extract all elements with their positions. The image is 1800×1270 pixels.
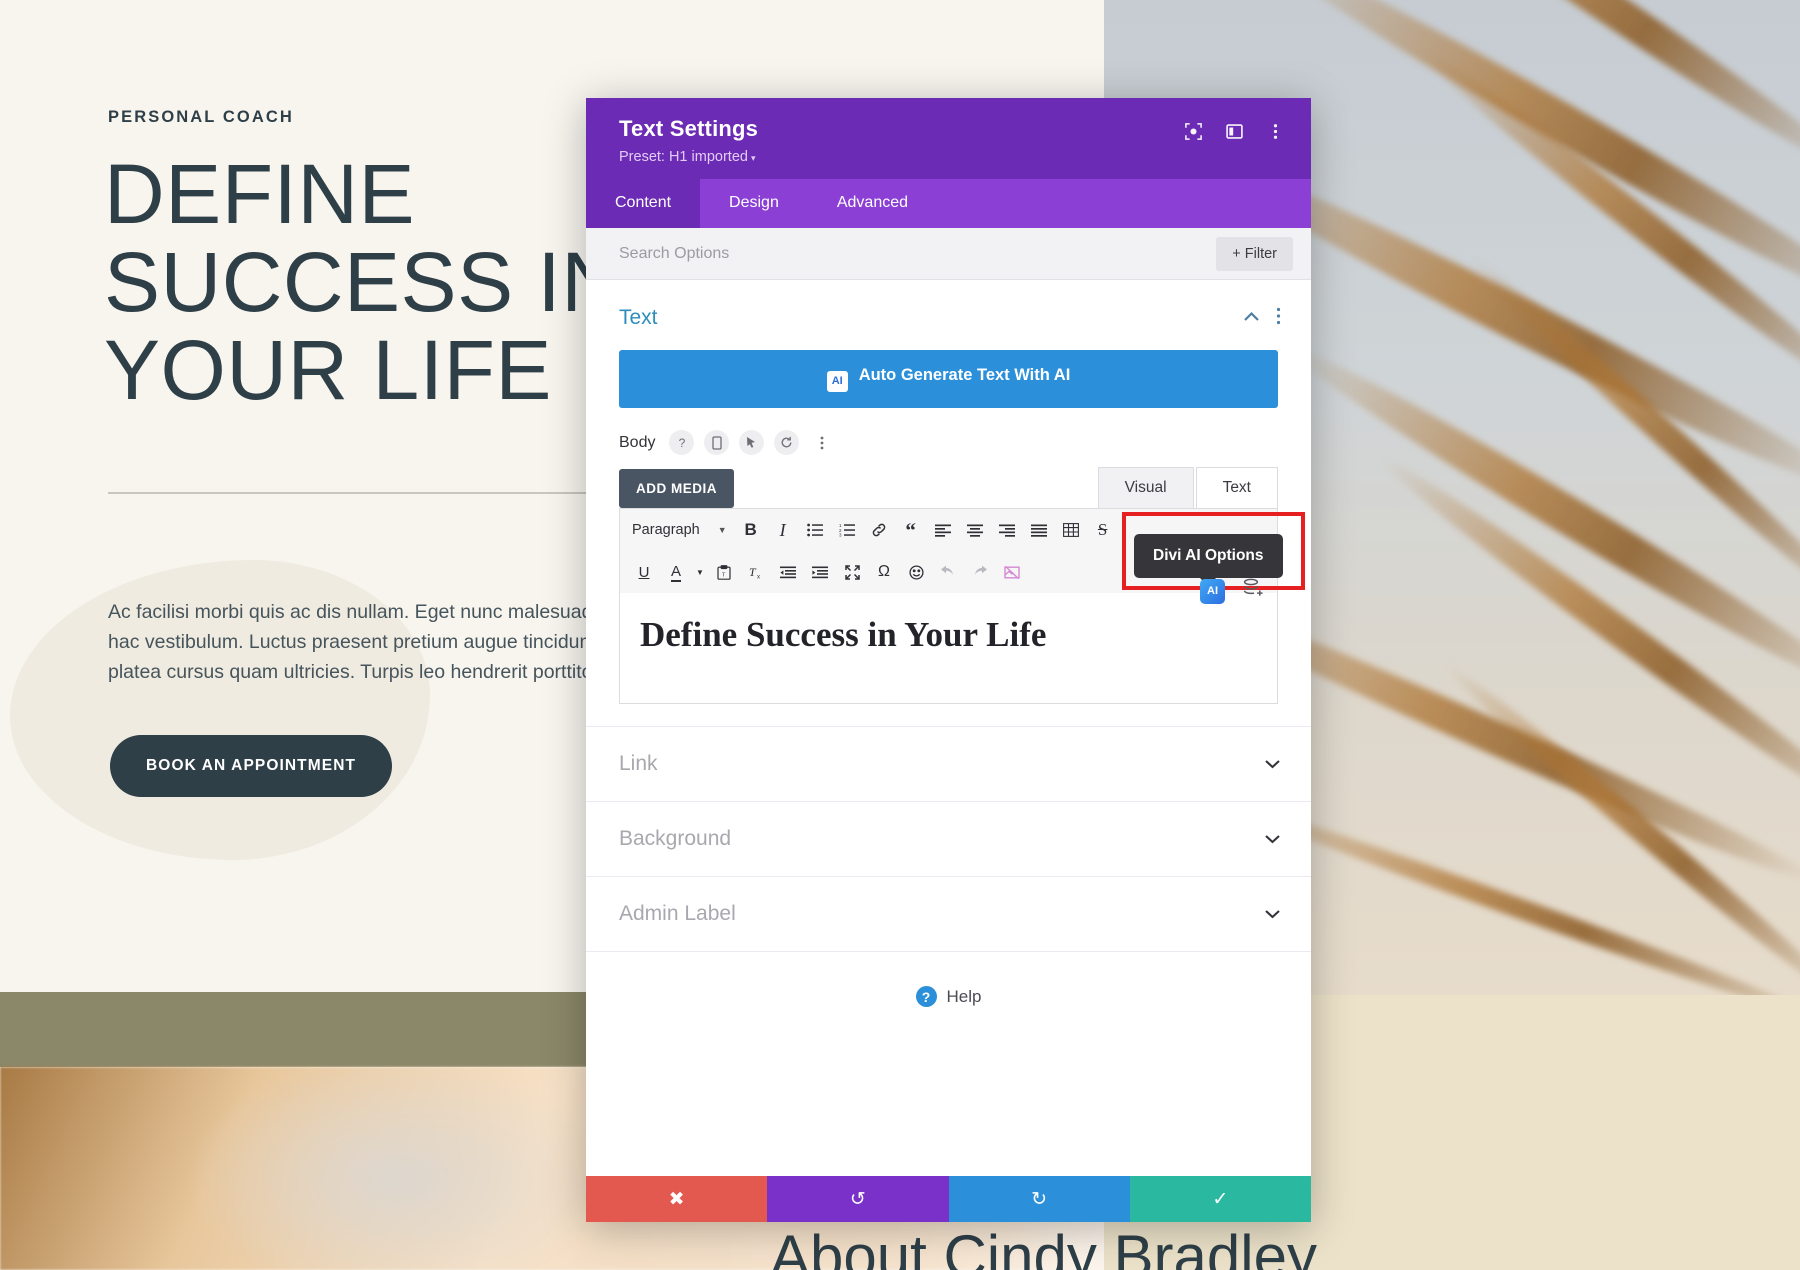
help-icon[interactable]: ? bbox=[669, 430, 695, 455]
preset-selector[interactable]: Preset: H1 imported ▾ bbox=[619, 149, 758, 165]
tab-text[interactable]: Text bbox=[1195, 467, 1278, 508]
bulleted-list-icon[interactable] bbox=[799, 515, 831, 545]
modal-header: Text Settings Preset: H1 imported ▾ bbox=[586, 98, 1311, 179]
body-field-label: Body bbox=[619, 433, 656, 451]
text-color-chevron-icon[interactable]: ▼ bbox=[692, 557, 708, 587]
indent-icon[interactable] bbox=[804, 557, 836, 587]
accordion-background[interactable]: Background bbox=[586, 801, 1311, 876]
accordion-link-label: Link bbox=[619, 752, 658, 775]
tab-visual[interactable]: Visual bbox=[1097, 467, 1194, 508]
divi-ai-icon[interactable]: AI bbox=[1200, 578, 1225, 604]
paragraph-format-select[interactable]: Paragraph ▼ bbox=[628, 515, 735, 545]
body-field-row: Body ? bbox=[586, 408, 1311, 467]
svg-text:x: x bbox=[757, 574, 760, 579]
link-icon[interactable] bbox=[863, 515, 895, 545]
text-color-icon[interactable]: A bbox=[660, 557, 692, 587]
hero-eyebrow: PERSONAL COACH bbox=[108, 108, 294, 126]
hero-divider bbox=[108, 492, 588, 494]
ai-button-label: Auto Generate Text With AI bbox=[858, 366, 1071, 384]
numbered-list-icon[interactable]: 123 bbox=[831, 515, 863, 545]
redo-icon[interactable] bbox=[964, 557, 996, 587]
paragraph-format-label: Paragraph bbox=[632, 522, 700, 538]
layout-panel-icon[interactable] bbox=[1225, 122, 1244, 141]
modal-tabs: Content Design Advanced bbox=[586, 179, 1311, 228]
fullscreen-icon[interactable] bbox=[836, 557, 868, 587]
align-left-icon[interactable] bbox=[927, 515, 959, 545]
add-media-button[interactable]: ADD MEDIA bbox=[619, 469, 734, 508]
italic-icon[interactable]: I bbox=[767, 515, 799, 545]
chevron-down-icon: ▼ bbox=[717, 525, 727, 535]
accordion-admin-label-label: Admin Label bbox=[619, 902, 736, 925]
align-right-icon[interactable] bbox=[991, 515, 1023, 545]
focus-icon[interactable] bbox=[1184, 122, 1203, 141]
cancel-button[interactable]: ✖ bbox=[586, 1176, 768, 1222]
tab-design[interactable]: Design bbox=[700, 179, 808, 228]
hero-paragraph: Ac facilisi morbi quis ac dis nullam. Eg… bbox=[108, 601, 604, 684]
hover-icon[interactable] bbox=[739, 430, 765, 455]
editor-mode-tabs: Visual Text bbox=[1097, 467, 1278, 508]
help-link[interactable]: ? Help bbox=[586, 951, 1311, 1007]
chevron-down-icon bbox=[1264, 757, 1281, 772]
tab-advanced[interactable]: Advanced bbox=[808, 179, 937, 228]
accordion-link[interactable]: Link bbox=[586, 726, 1311, 801]
undo-icon[interactable] bbox=[932, 557, 964, 587]
svg-text:3: 3 bbox=[839, 533, 842, 537]
help-label: Help bbox=[946, 986, 982, 1006]
filter-button[interactable]: + Filter bbox=[1216, 236, 1293, 271]
clear-formatting-icon[interactable]: Tx bbox=[740, 557, 772, 587]
remove-image-icon[interactable] bbox=[996, 557, 1028, 587]
paste-as-text-icon[interactable]: T bbox=[708, 557, 740, 587]
svg-text:T: T bbox=[722, 572, 726, 578]
text-section-header[interactable]: Text bbox=[586, 280, 1311, 350]
table-icon[interactable] bbox=[1055, 515, 1087, 545]
search-input[interactable] bbox=[619, 244, 1039, 263]
align-justify-icon[interactable] bbox=[1023, 515, 1055, 545]
align-center-icon[interactable] bbox=[959, 515, 991, 545]
chevron-down-icon bbox=[1264, 832, 1281, 847]
text-section-title: Text bbox=[619, 306, 658, 329]
bold-icon[interactable]: B bbox=[735, 515, 767, 545]
editor-content-area[interactable]: Define Success in Your Life bbox=[620, 593, 1277, 703]
special-character-icon[interactable]: Ω bbox=[868, 557, 900, 587]
svg-text:T: T bbox=[749, 565, 757, 579]
ai-chip-icon: AI bbox=[826, 371, 848, 392]
responsive-icon[interactable] bbox=[704, 430, 730, 455]
modal-footer: ✖ ↺ ↻ ✓ bbox=[586, 1176, 1311, 1222]
undo-button[interactable]: ↺ bbox=[767, 1176, 949, 1222]
preset-label: Preset: H1 imported bbox=[619, 149, 748, 165]
layers-add-icon[interactable] bbox=[1242, 578, 1265, 604]
strikethrough-icon[interactable]: S bbox=[1087, 515, 1119, 545]
help-icon: ? bbox=[915, 986, 937, 1007]
chevron-down-icon bbox=[1264, 907, 1281, 922]
outdent-icon[interactable] bbox=[772, 557, 804, 587]
auto-generate-text-ai-button[interactable]: AI Auto Generate Text With AI bbox=[619, 350, 1278, 408]
blockquote-icon[interactable]: “ bbox=[895, 515, 927, 545]
save-button[interactable]: ✓ bbox=[1129, 1176, 1311, 1222]
modal-title: Text Settings bbox=[619, 116, 759, 141]
divi-ai-icon-group: AI bbox=[1200, 578, 1265, 604]
chevron-up-icon[interactable] bbox=[1243, 309, 1260, 327]
section-more-icon[interactable] bbox=[1276, 307, 1281, 330]
search-bar: + Filter bbox=[586, 228, 1311, 280]
reset-icon[interactable] bbox=[774, 430, 800, 455]
modal-body: Text AI Auto Generate Text With AI Body ? bbox=[586, 280, 1311, 1176]
accordion-admin-label[interactable]: Admin Label bbox=[586, 876, 1311, 951]
more-vertical-icon[interactable] bbox=[1266, 122, 1285, 141]
editor-content-text: Define Success in Your Life bbox=[640, 615, 1047, 654]
text-settings-modal: Text Settings Preset: H1 imported ▾ Cont… bbox=[586, 98, 1311, 1222]
divi-ai-options-tooltip: Divi AI Options bbox=[1134, 534, 1283, 578]
underline-icon[interactable]: U bbox=[628, 557, 660, 587]
chevron-down-icon: ▾ bbox=[750, 153, 756, 163]
editor-toolbar-top: ADD MEDIA Visual Text bbox=[586, 467, 1311, 508]
book-appointment-button[interactable]: BOOK AN APPOINTMENT bbox=[110, 735, 393, 797]
accordion-background-label: Background bbox=[619, 827, 732, 850]
emoji-icon[interactable] bbox=[900, 557, 932, 587]
about-heading: About Cindy Bradley bbox=[770, 1223, 1317, 1270]
tab-content[interactable]: Content bbox=[586, 179, 701, 228]
redo-button[interactable]: ↻ bbox=[948, 1176, 1130, 1222]
body-more-icon[interactable] bbox=[809, 430, 834, 455]
